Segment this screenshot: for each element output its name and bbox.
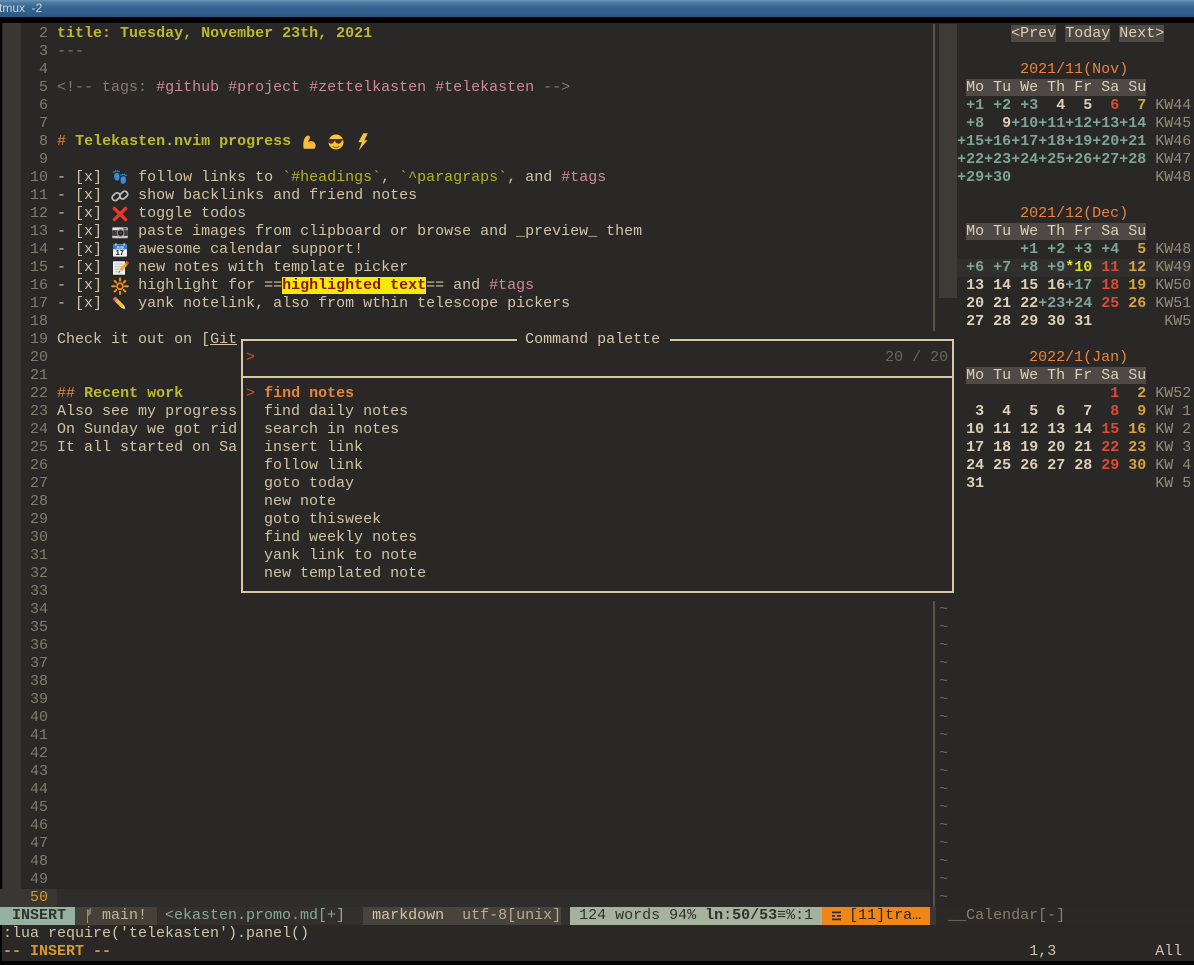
svg-text:17: 17: [116, 248, 124, 257]
